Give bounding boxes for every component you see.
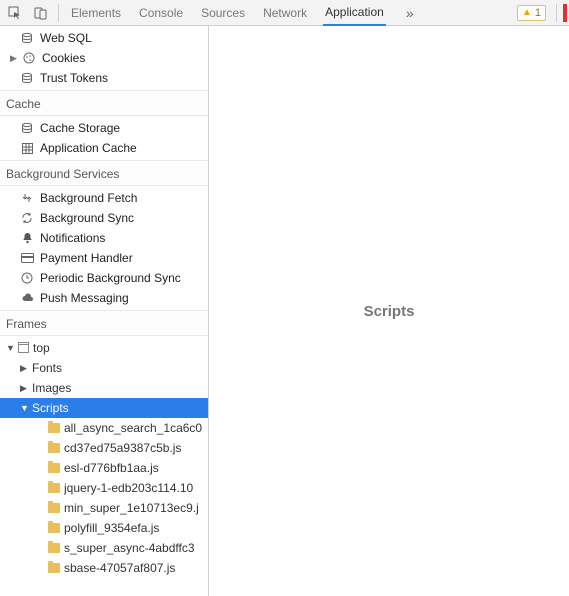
cookie-icon bbox=[22, 52, 36, 64]
tab-console[interactable]: Console bbox=[137, 1, 185, 25]
panel-tabs: Elements Console Sources Network Applica… bbox=[65, 0, 517, 26]
tab-sources[interactable]: Sources bbox=[199, 1, 247, 25]
sidebar-item-label: Payment Handler bbox=[40, 251, 133, 265]
chevron-right-icon: ▶ bbox=[10, 53, 18, 64]
tab-network[interactable]: Network bbox=[261, 1, 309, 25]
sidebar-item-web-sql[interactable]: Web SQL bbox=[0, 28, 208, 48]
file-icon bbox=[48, 423, 60, 433]
tree-file[interactable]: s_super_async-4abdffc3 bbox=[0, 538, 208, 558]
tree-file[interactable]: cd37ed75a9387c5b.js bbox=[0, 438, 208, 458]
sidebar-item-label: Periodic Background Sync bbox=[40, 271, 181, 285]
frame-label: top bbox=[33, 341, 50, 355]
main-split: Web SQL▶CookiesTrust Tokens CacheCache S… bbox=[0, 26, 569, 596]
file-icon bbox=[48, 543, 60, 553]
tree-folder-fonts[interactable]: ▶ Fonts bbox=[0, 358, 208, 378]
sidebar-item-label: Web SQL bbox=[40, 31, 92, 45]
sidebar-item-cookies[interactable]: ▶ Cookies bbox=[0, 48, 208, 68]
warning-count: 1 bbox=[535, 7, 541, 19]
sidebar-item-label: Cache Storage bbox=[40, 121, 120, 135]
chevron-down-icon: ▼ bbox=[20, 403, 28, 413]
sidebar-item-background-sync[interactable]: Background Sync bbox=[0, 208, 208, 228]
errors-indicator-icon[interactable] bbox=[563, 4, 567, 22]
inspect-icon[interactable] bbox=[4, 2, 26, 24]
tab-application[interactable]: Application bbox=[323, 0, 386, 26]
tree-file-label: s_super_async-4abdffc3 bbox=[64, 541, 195, 555]
tab-elements[interactable]: Elements bbox=[69, 1, 123, 25]
file-icon bbox=[48, 443, 60, 453]
file-icon bbox=[48, 483, 60, 493]
tree-file-label: all_async_search_1ca6c0 bbox=[64, 421, 202, 435]
tabs-overflow-icon[interactable]: » bbox=[400, 5, 420, 21]
tree-file-label: min_super_1e10713ec9.j bbox=[64, 501, 199, 515]
tree-folder-images[interactable]: ▶ Images bbox=[0, 378, 208, 398]
frame-top[interactable]: ▼ top bbox=[0, 338, 208, 358]
section-header-cache: Cache bbox=[0, 90, 208, 116]
fetch-icon bbox=[20, 192, 34, 204]
sidebar-item-label: Background Fetch bbox=[40, 191, 137, 205]
section-body: Cache Storage Application Cache bbox=[0, 116, 208, 160]
tree-file-label: polyfill_9354efa.js bbox=[64, 521, 159, 535]
grid-icon bbox=[20, 143, 34, 154]
sync-icon bbox=[20, 212, 34, 224]
separator bbox=[556, 4, 557, 22]
sidebar-item-periodic-background-sync[interactable]: Periodic Background Sync bbox=[0, 268, 208, 288]
warning-triangle-icon: ▲ bbox=[522, 7, 532, 18]
sidebar-item-application-cache[interactable]: Application Cache bbox=[0, 138, 208, 158]
sidebar-item-background-fetch[interactable]: Background Fetch bbox=[0, 188, 208, 208]
sidebar-item-label: Cookies bbox=[42, 51, 85, 65]
cloud-icon bbox=[20, 293, 34, 303]
content-pane: Scripts bbox=[209, 26, 569, 596]
chevron-down-icon: ▼ bbox=[6, 343, 14, 353]
sidebar-item-label: Background Sync bbox=[40, 211, 134, 225]
sidebar-item-trust-tokens[interactable]: Trust Tokens bbox=[0, 68, 208, 88]
sidebar-item-label: Trust Tokens bbox=[40, 71, 108, 85]
sidebar-item-label: Application Cache bbox=[40, 141, 137, 155]
devtools-toolbar: Elements Console Sources Network Applica… bbox=[0, 0, 569, 26]
frames-tree: ▼ top ▶ Fonts ▶ Images ▼ Scripts all_async_searc… bbox=[0, 336, 208, 580]
chevron-right-icon: ▶ bbox=[20, 383, 28, 394]
tree-file[interactable]: jquery-1-edb203c114.10 bbox=[0, 478, 208, 498]
content-title: Scripts bbox=[364, 303, 415, 320]
card-icon bbox=[20, 253, 34, 263]
file-icon bbox=[48, 503, 60, 513]
sidebar-item-payment-handler[interactable]: Payment Handler bbox=[0, 248, 208, 268]
tree-file[interactable]: polyfill_9354efa.js bbox=[0, 518, 208, 538]
bell-icon bbox=[20, 232, 34, 244]
tree-file[interactable]: esl-d776bfb1aa.js bbox=[0, 458, 208, 478]
warnings-badge[interactable]: ▲ 1 bbox=[517, 5, 546, 21]
clock-icon bbox=[20, 272, 34, 284]
db-icon bbox=[20, 122, 34, 134]
tree-folder-scripts[interactable]: ▼ Scripts bbox=[0, 398, 208, 418]
db-icon bbox=[20, 72, 34, 84]
sidebar-item-cache-storage[interactable]: Cache Storage bbox=[0, 118, 208, 138]
db-icon bbox=[20, 32, 34, 44]
file-icon bbox=[48, 523, 60, 533]
section-header-background-services: Background Services bbox=[0, 160, 208, 186]
frame-icon bbox=[18, 344, 29, 353]
storage-section-body: Web SQL ▶ Cookies Trust Tokens bbox=[0, 26, 208, 90]
separator bbox=[58, 4, 59, 22]
tree-file-label: sbase-47057af807.js bbox=[64, 561, 175, 575]
tree-file-label: jquery-1-edb203c114.10 bbox=[64, 481, 193, 495]
sidebar-item-label: Notifications bbox=[40, 231, 105, 245]
tree-file[interactable]: sbase-47057af807.js bbox=[0, 558, 208, 578]
section-body: Background Fetch Background Sync Notificat… bbox=[0, 186, 208, 310]
file-icon bbox=[48, 563, 60, 573]
application-sidebar: Web SQL▶CookiesTrust Tokens CacheCache S… bbox=[0, 26, 209, 596]
sidebar-item-label: Push Messaging bbox=[40, 291, 129, 305]
tree-file-label: esl-d776bfb1aa.js bbox=[64, 461, 159, 475]
tree-folder-label: Images bbox=[32, 381, 71, 395]
tree-folder-label: Scripts bbox=[32, 401, 69, 415]
file-icon bbox=[48, 463, 60, 473]
tree-file-label: cd37ed75a9387c5b.js bbox=[64, 441, 181, 455]
sidebar-item-push-messaging[interactable]: Push Messaging bbox=[0, 288, 208, 308]
device-toggle-icon[interactable] bbox=[30, 2, 52, 24]
tree-folder-label: Fonts bbox=[32, 361, 62, 375]
section-header-frames: Frames bbox=[0, 310, 208, 336]
sidebar-item-notifications[interactable]: Notifications bbox=[0, 228, 208, 248]
tree-file[interactable]: min_super_1e10713ec9.j bbox=[0, 498, 208, 518]
tree-file[interactable]: all_async_search_1ca6c0 bbox=[0, 418, 208, 438]
chevron-right-icon: ▶ bbox=[20, 363, 28, 374]
